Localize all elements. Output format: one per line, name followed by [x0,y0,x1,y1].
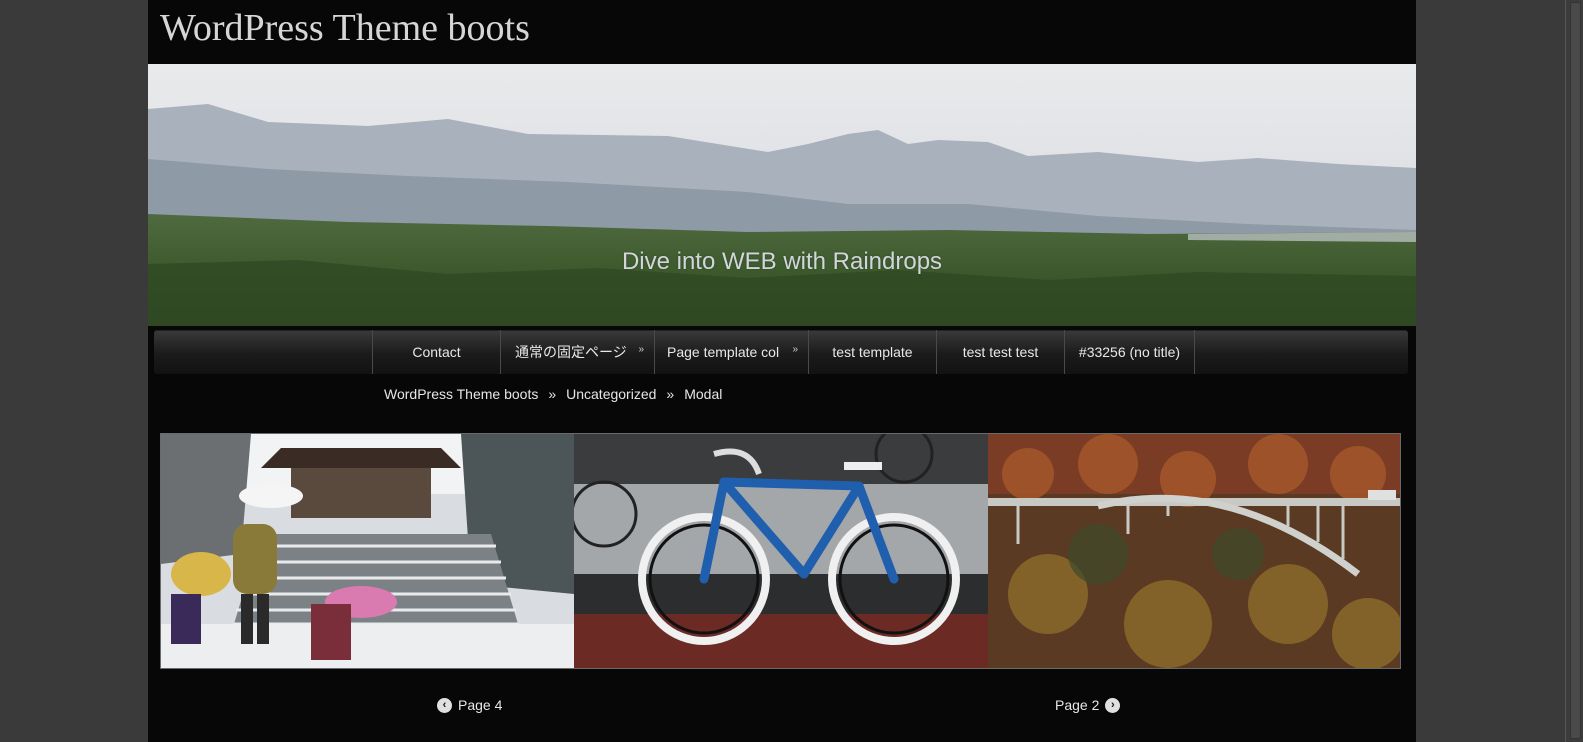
breadcrumb: WordPress Theme boots » Uncategorized » … [384,386,722,402]
arch-bridge-image [988,434,1400,668]
breadcrumb-separator: » [666,386,675,402]
nav-item-test-test-test[interactable]: test test test [936,330,1064,374]
breadcrumb-home-link[interactable]: WordPress Theme boots [384,386,538,402]
nav-item-contact[interactable]: Contact [372,330,500,374]
arrow-left-circle-icon: ‹ [437,697,452,713]
mountain-landscape-image [148,64,1416,326]
nav-item-test-template[interactable]: test template [808,330,936,374]
image-gallery [160,433,1401,669]
nav-item-label: test template [832,344,913,360]
nav-item-no-title[interactable]: #33256 (no title) [1064,330,1195,374]
vertical-scrollbar[interactable] [1565,0,1583,742]
chevron-down-icon: » [638,344,644,355]
nav-item-label: Contact [412,344,461,360]
gallery-photo-bridge[interactable] [988,434,1400,668]
nav-item-label: 通常の固定ページ [515,344,627,360]
header-image: Dive into WEB with Raindrops [148,64,1416,326]
nav-item-label: Page template col [667,344,780,360]
breadcrumb-separator: » [548,386,557,402]
snowy-shrine-image [161,434,574,668]
gallery-photo-shrine[interactable] [161,434,574,668]
prev-page-label: Page 4 [458,697,503,713]
breadcrumb-current: Modal [684,386,723,402]
prev-page-link[interactable]: ‹ Page 4 [437,697,502,713]
page-container: WordPress Theme boots Dive into WEB with… [148,0,1416,742]
bicycle-image [574,434,988,668]
next-page-label: Page 2 [1055,697,1100,713]
chevron-down-icon: » [792,344,798,355]
nav-item-label: #33256 (no title) [1078,344,1181,360]
breadcrumb-category-link[interactable]: Uncategorized [566,386,656,402]
nav-item-label: test test test [962,344,1039,360]
scrollbar-thumb[interactable] [1570,2,1581,739]
gallery-photo-bicycle[interactable] [574,434,988,668]
arrow-right-circle-icon: › [1105,697,1121,713]
site-title[interactable]: WordPress Theme boots [160,6,530,50]
next-page-link[interactable]: Page 2 › [1055,697,1121,713]
nav-item-page-template-col[interactable]: Page template col » [654,330,808,374]
nav-item-standard-page[interactable]: 通常の固定ページ » [500,330,654,374]
nav-menu: Contact 通常の固定ページ » Page template col » t… [372,330,1195,374]
site-tagline: Dive into WEB with Raindrops [621,248,943,275]
main-navigation: Contact 通常の固定ページ » Page template col » t… [154,330,1408,374]
